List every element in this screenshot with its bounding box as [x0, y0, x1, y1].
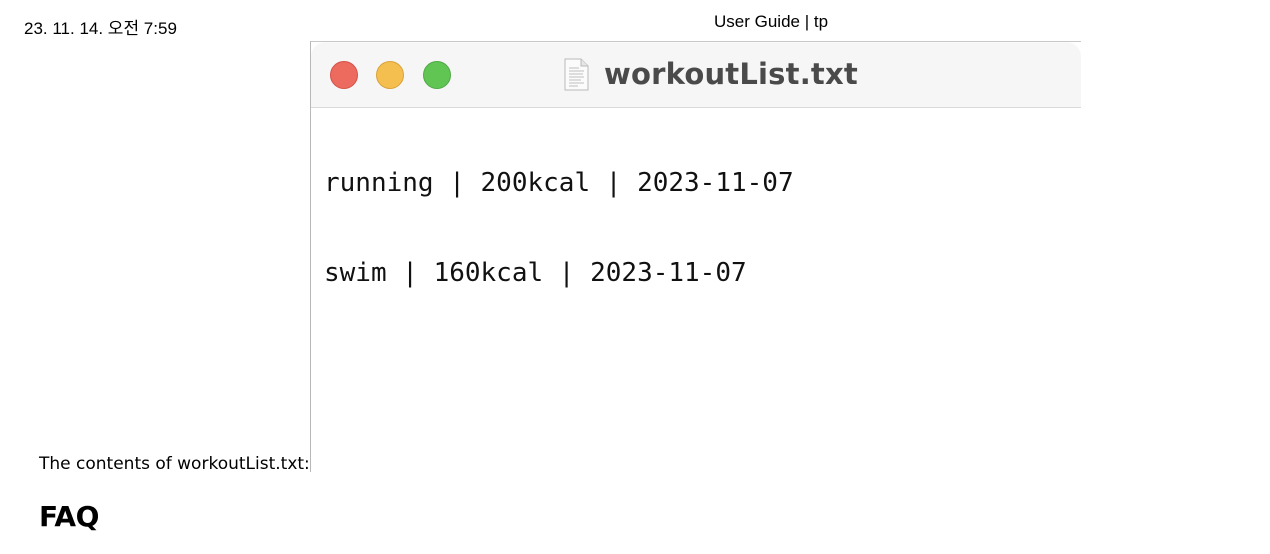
zoom-button — [423, 61, 451, 89]
close-button — [330, 61, 358, 89]
file-line: running | 200kcal | 2023-11-07 — [324, 168, 794, 198]
textedit-window-screenshot: workoutList.txt running | 200kcal | 2023… — [310, 41, 1081, 472]
file-contents: running | 200kcal | 2023-11-07 swim | 16… — [324, 108, 794, 348]
minimize-button — [376, 61, 404, 89]
file-line: swim | 160kcal | 2023-11-07 — [324, 258, 747, 288]
faq-heading: FAQ — [39, 500, 99, 533]
window-title-area: workoutList.txt — [564, 56, 858, 92]
text-document-icon — [564, 58, 589, 91]
print-page-title: User Guide | tp — [714, 12, 829, 31]
window-title: workoutList.txt — [604, 57, 858, 91]
figure-caption: The contents of workoutList.txt: — [39, 454, 310, 474]
print-datetime: 23. 11. 14. 오전 7:59 — [24, 19, 177, 38]
window-titlebar: workoutList.txt — [311, 42, 1081, 108]
